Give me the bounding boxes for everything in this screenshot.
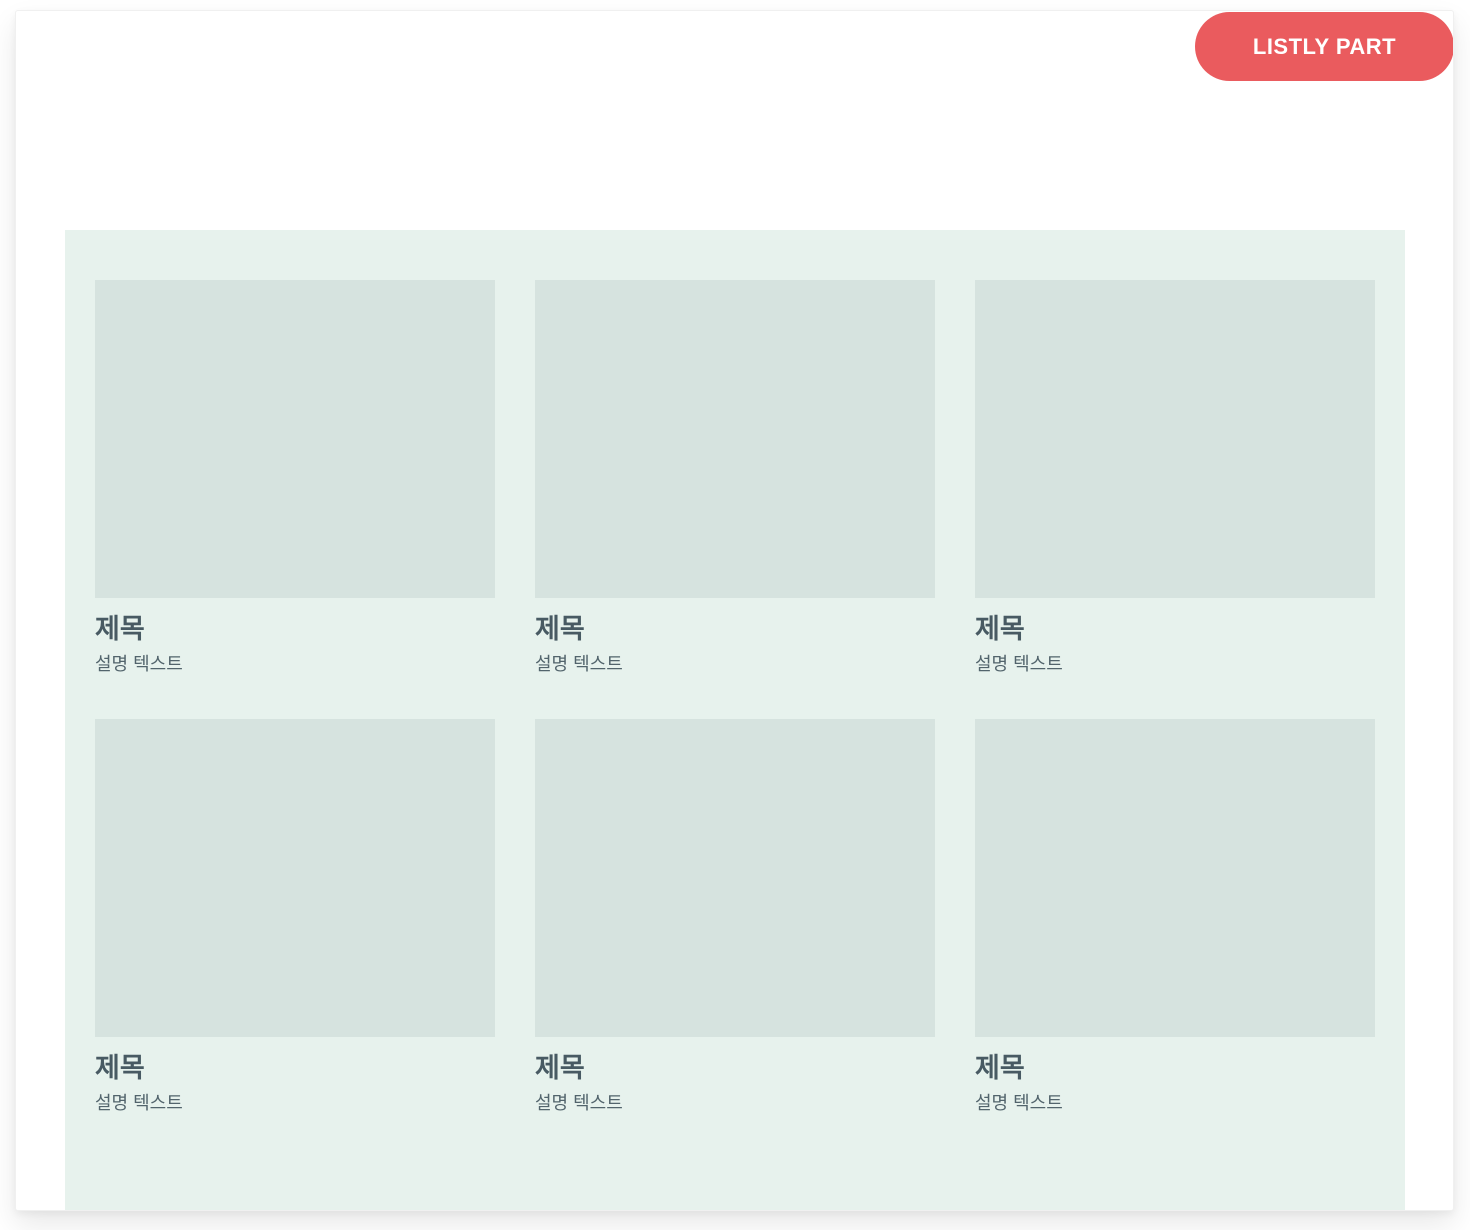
card-description: 설명 텍스트: [975, 654, 1375, 676]
card-description: 설명 텍스트: [975, 1093, 1375, 1115]
card-title: 제목: [535, 1053, 935, 1084]
card-title: 제목: [975, 1053, 1375, 1084]
list-item[interactable]: 제목 설명 텍스트: [975, 280, 1375, 676]
list-item[interactable]: 제목 설명 텍스트: [95, 280, 495, 676]
card-title: 제목: [95, 1053, 495, 1084]
cards-section: 제목 설명 텍스트 제목 설명 텍스트 제목 설명 텍스트 제목 설명 텍스트: [65, 230, 1405, 1211]
card-description: 설명 텍스트: [95, 1093, 495, 1115]
thumbnail-placeholder: [535, 280, 935, 598]
card-grid: 제목 설명 텍스트 제목 설명 텍스트 제목 설명 텍스트 제목 설명 텍스트: [95, 280, 1375, 1114]
thumbnail-placeholder: [95, 719, 495, 1037]
card-title: 제목: [535, 614, 935, 645]
thumbnail-placeholder: [975, 719, 1375, 1037]
card-description: 설명 텍스트: [535, 654, 935, 676]
card-description: 설명 텍스트: [95, 654, 495, 676]
list-item[interactable]: 제목 설명 텍스트: [535, 280, 935, 676]
card-title: 제목: [975, 614, 1375, 645]
brand-badge: LISTLY PART: [1195, 12, 1454, 81]
thumbnail-placeholder: [975, 280, 1375, 598]
thumbnail-placeholder: [95, 280, 495, 598]
thumbnail-placeholder: [535, 719, 935, 1037]
list-item[interactable]: 제목 설명 텍스트: [535, 719, 935, 1115]
card-description: 설명 텍스트: [535, 1093, 935, 1115]
card-title: 제목: [95, 614, 495, 645]
list-item[interactable]: 제목 설명 텍스트: [95, 719, 495, 1115]
list-item[interactable]: 제목 설명 텍스트: [975, 719, 1375, 1115]
page-card: LISTLY PART 제목 설명 텍스트 제목 설명 텍스트 제목 설명 텍스…: [15, 10, 1454, 1211]
